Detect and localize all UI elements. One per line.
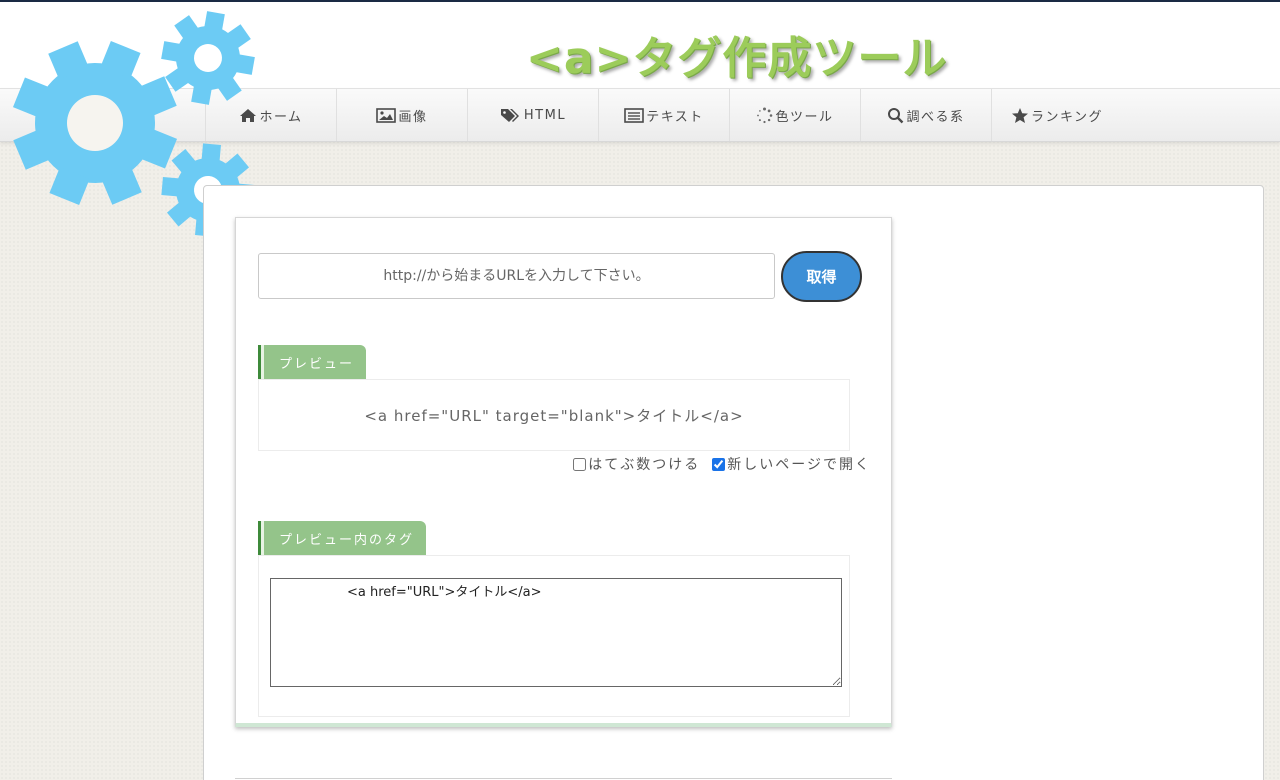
tag-icon <box>500 108 522 123</box>
search-icon <box>887 107 904 124</box>
nav-item-label: ホーム <box>259 109 303 125</box>
main-nav: ホーム 画像 HTML テキスト 色ツール 調べる系 ランキング <box>0 88 1280 142</box>
nav-item-color-tool[interactable]: 色ツール <box>729 89 860 141</box>
get-button[interactable]: 取得 <box>781 251 862 302</box>
tag-area-box <box>258 555 850 717</box>
preview-box: <a href="URL" target="blank">タイトル</a> <box>258 379 850 451</box>
tag-tab: プレビュー内のタグ <box>258 521 427 555</box>
new-page-option[interactable]: 新しいページで開く <box>712 454 871 474</box>
preview-text[interactable]: <a href="URL" target="blank">タイトル</a> <box>364 405 743 426</box>
tag-tool-box: 取得 プレビュー <a href="URL" target="blank">タイ… <box>235 217 892 727</box>
hatebu-option[interactable]: はてぶ数つける <box>573 454 700 474</box>
nav-item-text[interactable]: テキスト <box>598 89 729 141</box>
spinner-icon <box>756 107 773 124</box>
nav-item-ranking[interactable]: ランキング <box>991 89 1122 141</box>
nav-item-image[interactable]: 画像 <box>336 89 467 141</box>
site-title[interactable]: <a>タグ作成ツール <box>526 22 947 86</box>
nav-item-label: 調べる系 <box>906 109 965 125</box>
preview-tab: プレビュー <box>258 345 367 379</box>
nav-item-label: HTML <box>523 107 567 123</box>
text-icon <box>624 107 644 123</box>
hatebu-label: はてぶ数つける <box>588 457 701 473</box>
nav-item-html[interactable]: HTML <box>467 89 598 141</box>
nav-item-label: テキスト <box>646 109 704 125</box>
new-page-checkbox[interactable] <box>712 457 726 471</box>
nav-item-label: 色ツール <box>775 109 834 125</box>
nav-item-label: 画像 <box>398 109 428 125</box>
star-icon <box>1011 107 1029 124</box>
image-icon <box>376 107 397 123</box>
nav-item-home[interactable]: ホーム <box>205 89 336 141</box>
tag-output-textarea[interactable] <box>270 578 842 687</box>
site-header: <a>タグ作成ツール <box>0 2 1280 88</box>
new-page-label: 新しいページで開く <box>727 457 871 473</box>
home-icon <box>239 108 257 123</box>
url-input[interactable] <box>258 253 775 299</box>
options-row: はてぶ数つける 新しいページで開く <box>536 454 871 474</box>
hatebu-checkbox[interactable] <box>573 457 587 471</box>
nav-item-label: ランキング <box>1030 109 1104 125</box>
nav-item-lookup[interactable]: 調べる系 <box>860 89 991 141</box>
divider <box>235 778 892 779</box>
